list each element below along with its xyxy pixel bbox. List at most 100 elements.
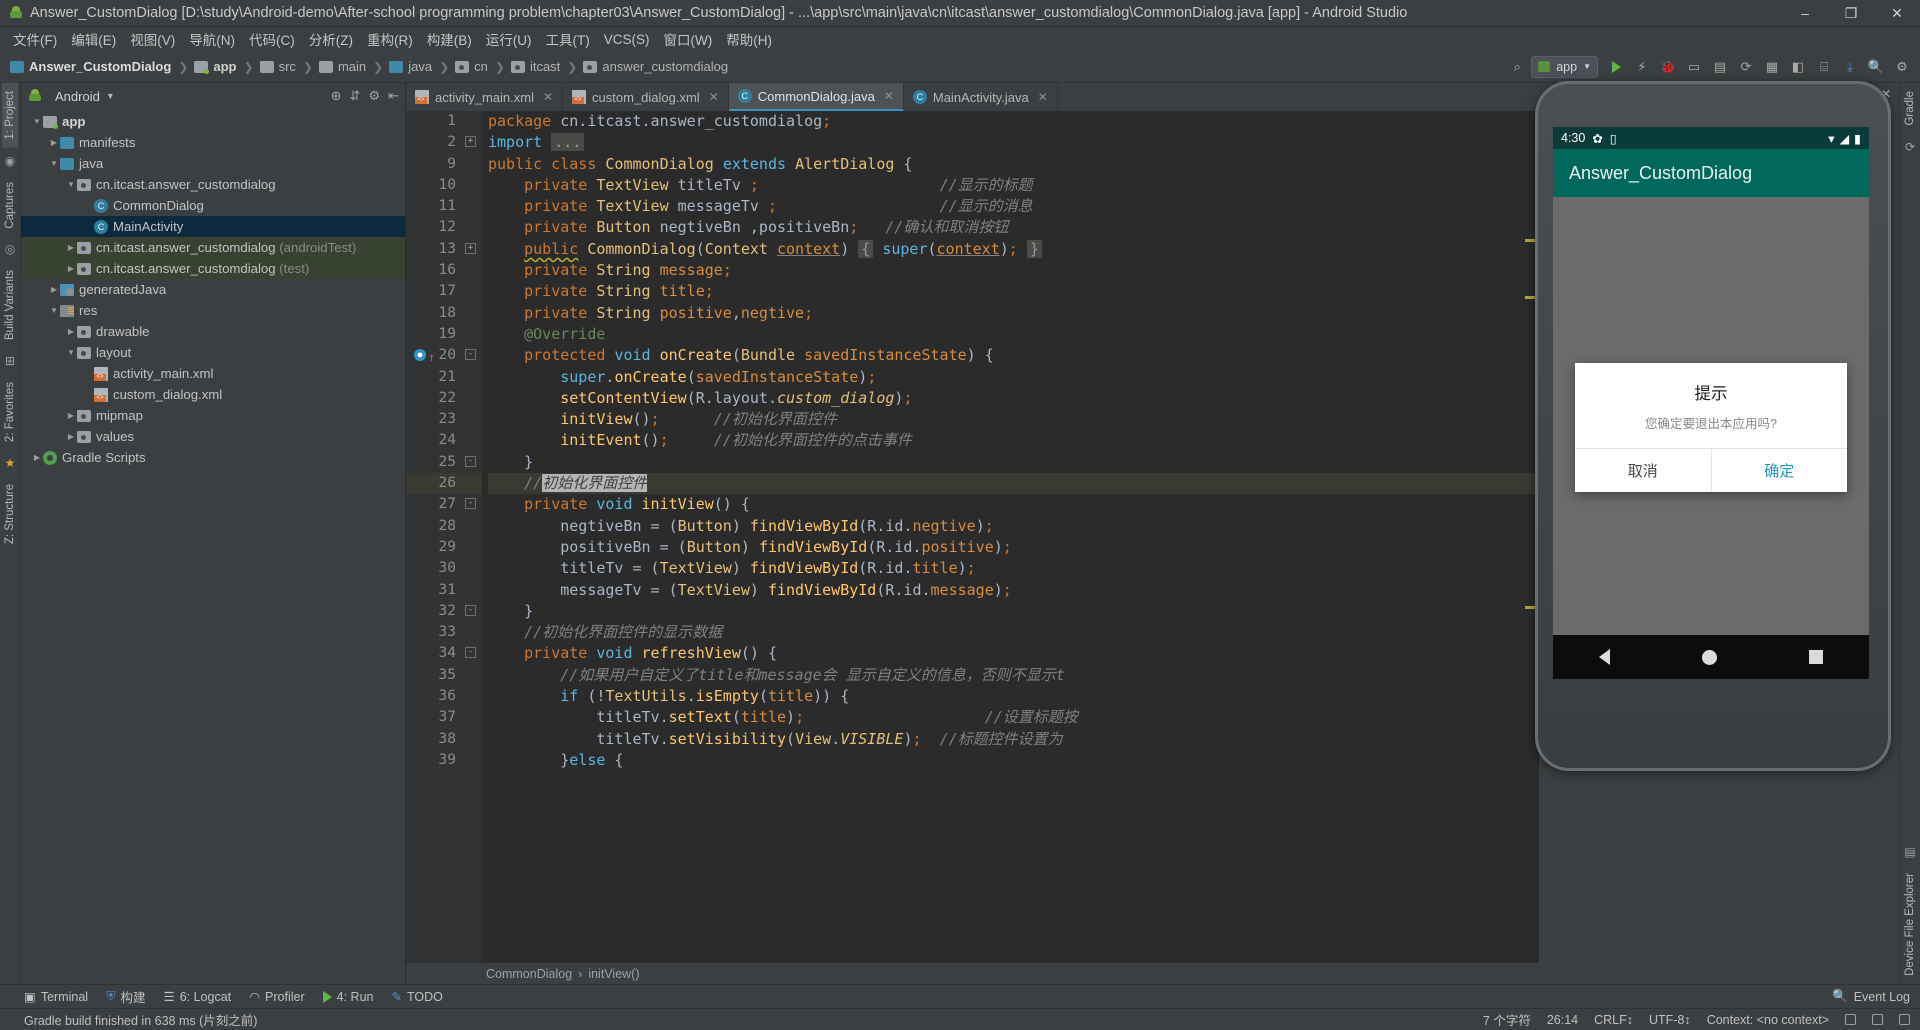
search-everywhere-icon[interactable]: ⌕	[1505, 55, 1529, 79]
gutter-line-11[interactable]: 11	[406, 196, 482, 217]
breadcrumb-main[interactable]: main ❯	[317, 59, 387, 74]
nav-recents-icon[interactable]	[1809, 650, 1823, 664]
tree-expand-arrow[interactable]: ▶	[65, 243, 77, 252]
gutter-line-24[interactable]: 24	[406, 430, 482, 451]
tool-tab-structure[interactable]: Z: Structure	[2, 476, 18, 552]
fold-toggle-icon[interactable]: +	[465, 242, 476, 254]
menu-tools[interactable]: 工具(T)	[539, 27, 597, 51]
menu-run[interactable]: 运行(U)	[479, 27, 539, 51]
editor-tab-custom_dialog-xml[interactable]: custom_dialog.xml ✕	[563, 83, 729, 111]
editor-code-area[interactable]: package cn.itcast.answer_customdialog; im…	[482, 111, 1539, 962]
status-encoding[interactable]: UTF-8↕	[1649, 1013, 1691, 1027]
breakpoint-icon[interactable]: ●	[414, 349, 426, 362]
tree-expand-arrow[interactable]: ▶	[65, 432, 77, 441]
locate-target-icon[interactable]: ⊕	[331, 88, 342, 104]
gutter-line-13[interactable]: +13	[406, 239, 482, 260]
breadcrumb-src[interactable]: src ❯	[258, 59, 317, 74]
project-view-selector[interactable]: Android	[55, 89, 100, 104]
tree-node-mipmap[interactable]: ▶ mipmap	[21, 405, 405, 426]
gutter-line-23[interactable]: 23	[406, 409, 482, 430]
chevron-down-icon[interactable]: ▼	[106, 91, 115, 101]
gutter-line-10[interactable]: 10	[406, 175, 482, 196]
editor-tab-mainactivity-java[interactable]: C MainActivity.java ✕	[904, 83, 1058, 111]
editor-tab-commondialog-java[interactable]: C CommonDialog.java ✕	[728, 83, 904, 111]
fold-toggle-icon[interactable]: +	[465, 136, 476, 148]
close-icon[interactable]: ✕	[1038, 90, 1048, 104]
tree-expand-arrow[interactable]: ▶	[48, 285, 60, 294]
tree-node-cn-itcast-answer_customdialog[interactable]: ▶ cn.itcast.answer_customdialog (androidT…	[21, 237, 405, 258]
close-button[interactable]: ✕	[1874, 0, 1920, 27]
tree-expand-arrow[interactable]: ▶	[48, 138, 60, 147]
tree-node-values[interactable]: ▶ values	[21, 426, 405, 447]
sync-gradle-icon[interactable]: ⟳	[1734, 55, 1758, 79]
sdk-manager-icon[interactable]: ▤	[1708, 55, 1732, 79]
fold-toggle-icon[interactable]: -	[465, 498, 476, 510]
fold-toggle-icon[interactable]: -	[465, 604, 476, 616]
bottom-tab-terminal[interactable]: ▣ Terminal	[24, 989, 88, 1005]
bottom-tab-run[interactable]: 4: Run	[322, 990, 373, 1004]
tool-tab-gradle[interactable]: Gradle	[1902, 83, 1918, 134]
hide-panel-icon[interactable]: ⇤	[388, 88, 399, 104]
breadcrumb-class[interactable]: CommonDialog	[486, 967, 572, 981]
tree-node-java[interactable]: ▼ java	[21, 153, 405, 174]
menu-help[interactable]: 帮助(H)	[719, 27, 779, 51]
gutter-line-27[interactable]: -27	[406, 494, 482, 515]
editor-tab-activity_main-xml[interactable]: activity_main.xml ✕	[406, 83, 564, 111]
bottom-tab-logcat[interactable]: ☰ 6: Logcat	[163, 989, 231, 1005]
gutter-line-17[interactable]: 17	[406, 281, 482, 302]
menu-code[interactable]: 代码(C)	[242, 27, 302, 51]
lock-icon[interactable]	[1845, 1014, 1856, 1025]
tree-node-cn-itcast-answer_customdialog[interactable]: ▶ cn.itcast.answer_customdialog (test)	[21, 258, 405, 279]
gutter-line-9[interactable]: 9	[406, 154, 482, 175]
gutter-line-1[interactable]: 1	[406, 111, 482, 132]
tree-expand-arrow[interactable]: ▼	[48, 159, 60, 168]
gutter-line-2[interactable]: +2	[406, 132, 482, 153]
memory-indicator-icon[interactable]	[1899, 1014, 1910, 1025]
search-icon[interactable]: 🔍	[1864, 55, 1888, 79]
bottom-tab-profiler[interactable]: ◠ Profiler	[249, 989, 305, 1005]
breadcrumb-project[interactable]: Answer_CustomDialog ❯	[8, 59, 192, 74]
run-button[interactable]	[1604, 55, 1628, 79]
menu-refactor[interactable]: 重构(R)	[360, 27, 420, 51]
menu-navigate[interactable]: 导航(N)	[182, 27, 242, 51]
gutter-line-38[interactable]: 38	[406, 729, 482, 750]
editor-gutter[interactable]: 1 +2 9 10 11 12 +13 16 17 18 19 ● ↑ -20 21 22 23 24-25 26-…	[406, 111, 482, 962]
tool-tab-device-file-explorer[interactable]: Device File Explorer	[1902, 865, 1918, 984]
tree-node-cn-itcast-answer_customdialog[interactable]: ▼ cn.itcast.answer_customdialog	[21, 174, 405, 195]
nav-back-icon[interactable]	[1599, 649, 1610, 665]
gutter-line-32[interactable]: -32	[406, 601, 482, 622]
gutter-line-36[interactable]: 36	[406, 686, 482, 707]
gutter-line-28[interactable]: 28	[406, 516, 482, 537]
download-icon[interactable]: ⤓	[1838, 55, 1862, 79]
status-line-separator[interactable]: CRLF↕	[1594, 1013, 1633, 1027]
gutter-line-34[interactable]: -34	[406, 643, 482, 664]
tree-node-commondialog[interactable]: C CommonDialog	[21, 195, 405, 216]
profiler-icon[interactable]: ◧	[1786, 55, 1810, 79]
menu-window[interactable]: 窗口(W)	[657, 27, 720, 51]
menu-analyze[interactable]: 分析(Z)	[302, 27, 360, 51]
apply-changes-icon[interactable]: ⚡	[1630, 55, 1654, 79]
run-configuration-selector[interactable]: app ▼	[1531, 55, 1598, 78]
tree-node-activity_main-xml[interactable]: activity_main.xml	[21, 363, 405, 384]
gutter-line-30[interactable]: 30	[406, 558, 482, 579]
menu-view[interactable]: 视图(V)	[123, 27, 182, 51]
tree-expand-arrow[interactable]: ▼	[65, 348, 77, 357]
gutter-line-26[interactable]: 26	[406, 473, 482, 495]
gutter-line-35[interactable]: 35	[406, 665, 482, 686]
tree-node-gradle-scripts[interactable]: ▶ Gradle Scripts	[21, 447, 405, 468]
code-editor[interactable]: 1 +2 9 10 11 12 +13 16 17 18 19 ● ↑ -20 21 22 23 24-25 26-…	[406, 111, 1539, 962]
tool-tab-favorites[interactable]: 2: Favorites	[2, 374, 18, 450]
tree-node-layout[interactable]: ▼ layout	[21, 342, 405, 363]
breadcrumb-app[interactable]: app ❯	[192, 59, 257, 74]
nav-home-icon[interactable]	[1702, 649, 1717, 665]
override-marker-icon[interactable]: ↑	[428, 347, 435, 368]
gutter-line-29[interactable]: 29	[406, 537, 482, 558]
close-icon[interactable]: ✕	[709, 90, 719, 104]
tree-node-generatedjava[interactable]: ▶ generatedJava	[21, 279, 405, 300]
bottom-tab-todo[interactable]: ✎ TODO	[391, 989, 442, 1005]
tree-expand-arrow[interactable]: ▶	[65, 327, 77, 336]
close-icon[interactable]: ✕	[543, 90, 553, 104]
tree-node-custom_dialog-xml[interactable]: custom_dialog.xml	[21, 384, 405, 405]
project-structure-icon[interactable]: ⌸	[1812, 55, 1836, 79]
inspection-icon[interactable]	[1872, 1014, 1883, 1025]
